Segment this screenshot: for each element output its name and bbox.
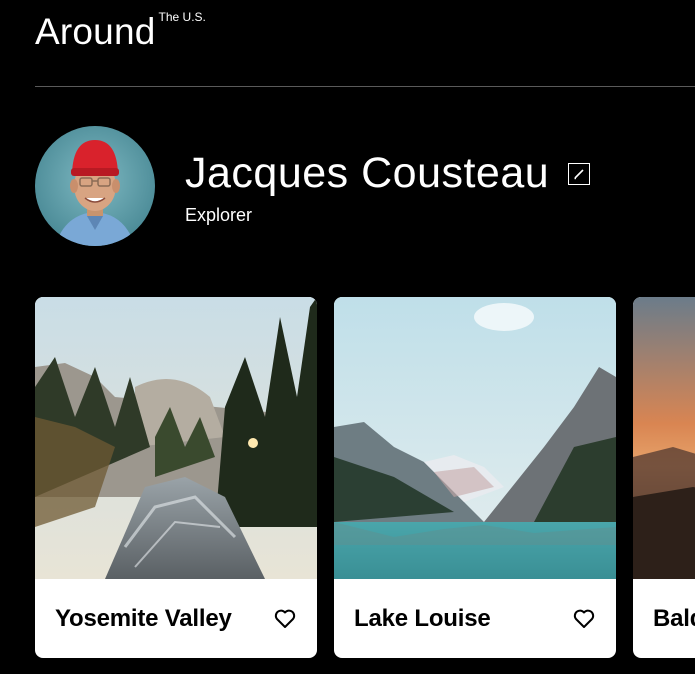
- edit-profile-button[interactable]: [568, 163, 591, 185]
- avatar: [35, 126, 155, 246]
- avatar-image: [35, 126, 155, 246]
- site-header: Around The U.S.: [35, 0, 695, 87]
- app-page: Around The U.S. Jacques Cousteau Explore…: [0, 0, 695, 674]
- card-image[interactable]: [633, 297, 695, 579]
- heart-outline-icon: [573, 609, 595, 628]
- like-button[interactable]: [572, 607, 596, 631]
- place-card: Bald Mountains: [633, 297, 695, 658]
- profile-role: Explorer: [185, 205, 253, 225]
- card-image[interactable]: [35, 297, 317, 579]
- card-title: Bald Mountains: [653, 604, 695, 632]
- profile-section: Jacques Cousteau Explorer: [35, 126, 591, 246]
- heart-outline-icon: [274, 609, 296, 628]
- profile-name: Jacques Cousteau: [185, 149, 550, 197]
- profile-name-row: Jacques Cousteau: [185, 148, 591, 198]
- card-title: Yosemite Valley: [55, 604, 232, 632]
- pencil-icon: [574, 169, 584, 180]
- card-title: Lake Louise: [354, 604, 491, 632]
- profile-info: Jacques Cousteau Explorer: [185, 148, 591, 226]
- places-gallery: Yosemite Valley Lake Louise Bal: [35, 297, 695, 658]
- logo: Around The U.S.: [35, 10, 206, 54]
- card-footer: Lake Louise: [334, 579, 616, 658]
- card-image[interactable]: [334, 297, 616, 579]
- logo-subtitle: The U.S.: [158, 10, 206, 24]
- like-button[interactable]: [273, 607, 297, 631]
- place-card: Lake Louise: [334, 297, 616, 658]
- card-footer: Yosemite Valley: [35, 579, 317, 658]
- place-card: Yosemite Valley: [35, 297, 317, 658]
- card-footer: Bald Mountains: [633, 579, 695, 658]
- logo-text: Around: [35, 11, 156, 52]
